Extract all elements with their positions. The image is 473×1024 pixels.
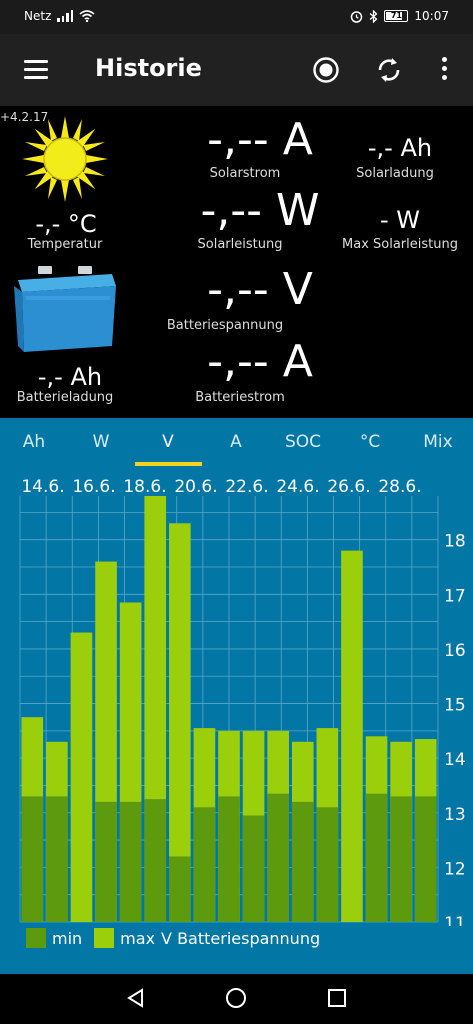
solar-current-label: Solarstrom [209,166,281,181]
bar-min [193,807,216,922]
tab-v[interactable]: V [138,432,198,452]
tab-w[interactable]: W [71,432,131,452]
chart-legend: min max V Batteriespannung [26,928,320,948]
carrier-label: Netz [24,9,52,23]
bluetooth-icon [369,9,378,23]
home-icon[interactable] [224,986,248,1010]
legend-min-swatch [26,928,46,948]
history-panel: Ah W V A SOC °C Mix 14.6. 16.6. 18.6. 20… [0,418,473,974]
tab-soc[interactable]: SOC [273,432,333,452]
y-tick-label: 16 [444,641,466,661]
y-tick-label: 15 [444,696,466,716]
page-title: Historie [95,54,202,82]
battery-image-icon [14,266,116,352]
bar-min [316,807,339,922]
system-nav-bar [0,974,473,1024]
y-tick-label: 18 [444,532,466,552]
legend-series-label: V Batteriespannung [161,928,321,948]
y-tick-label: 11 [444,914,466,926]
max-solar-power-value: - W [379,206,421,234]
more-icon[interactable] [436,57,452,83]
solar-power-value: -,-- W [200,185,320,236]
bar-min [169,856,191,922]
max-solar-power-label: Max Solarleistung [342,237,458,252]
battery-charge-value: -,- Ah [37,363,103,391]
back-icon[interactable] [124,986,148,1010]
temperature-label: Temperatur [27,237,103,252]
y-tick-label: 12 [444,859,466,879]
battery-level: 71 [390,11,402,20]
legend-min-label: min [52,928,83,948]
solar-power-label: Solarleistung [197,237,283,252]
recents-icon[interactable] [326,987,348,1009]
bar-min [267,793,289,922]
legend-max-swatch [94,928,115,948]
signal-icon [57,10,74,22]
bar-min [365,793,388,922]
tab-mix[interactable]: Mix [408,432,468,452]
battery-current-label: Batteriestrom [195,390,285,405]
battery-icon: 71 [384,10,409,22]
solar-charge-value: -,- Ah [367,134,433,162]
tab-a[interactable]: A [206,432,266,452]
bar-min [242,815,265,922]
status-left: Netz [24,9,95,23]
refresh-icon[interactable] [374,55,404,85]
app-toolbar: Historie [0,34,473,106]
bar-min [218,796,240,922]
status-right: 71 10:07 [350,9,449,23]
temperature-value: -,- °C [35,210,97,238]
solar-charge-label: Solarladung [356,166,434,181]
bar-min [119,801,142,922]
bar-min [291,801,314,922]
tab-temperature[interactable]: °C [340,432,400,452]
legend-max-label: max [120,928,156,948]
bar-max [341,550,363,922]
solar-current-value: -,-- A [207,114,313,165]
bar-min [21,796,44,922]
bar-min [414,796,437,922]
record-icon[interactable] [312,56,340,84]
sun-icon [22,116,108,202]
y-tick-label: 13 [444,805,466,825]
bar-min [390,796,412,922]
y-tick-label: 14 [444,750,466,770]
bar-min [144,799,167,922]
tab-indicator [135,462,202,466]
status-bar: Netz 71 10:07 [0,0,473,34]
menu-icon[interactable] [24,60,48,80]
battery-charge-label: Batterieladung [16,390,114,405]
bar-max [70,632,93,922]
battery-voltage-label: Batteriespannung [166,318,284,333]
voltage-history-chart: 11 12 13 14 15 16 17 18 [19,496,466,926]
date-label: 28.6. [378,477,422,497]
tab-ah[interactable]: Ah [4,432,64,452]
alarm-icon [351,10,363,23]
battery-voltage-value: -,-- V [207,264,313,315]
live-dashboard: +4.2.17 -,- °C Temperatur -,- Ah Batteri… [0,106,473,418]
bar-min [95,801,117,922]
history-tabs: Ah W V A SOC °C Mix [0,418,473,468]
y-tick-label: 17 [444,586,466,606]
clock: 10:07 [414,9,449,23]
battery-current-value: -,-- A [207,336,313,387]
wifi-icon [79,10,95,22]
bar-min [46,796,68,922]
